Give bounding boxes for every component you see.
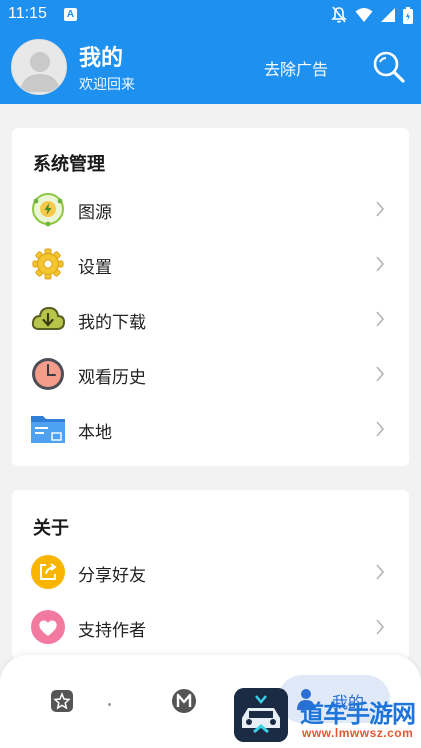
menu-item-label: 设置 <box>78 258 112 278</box>
download-cloud-icon <box>31 306 66 330</box>
chevron-right-icon <box>376 366 385 382</box>
status-time: 11:15 <box>8 5 47 22</box>
chevron-right-icon <box>376 201 385 217</box>
remove-ads-button[interactable]: 去除广告 <box>264 56 328 80</box>
system-management-card: 系统管理 图源 设置 我的下载 观看历史 本地 <box>12 128 409 466</box>
section-title-system: 系统管理 <box>33 154 105 175</box>
notifications-off-icon <box>331 6 347 23</box>
watermark-logo-icon <box>234 688 288 742</box>
page-title: 我的 <box>79 46 124 71</box>
watermark-brand: 道车手游网 <box>300 700 416 728</box>
signal-icon <box>381 8 395 22</box>
nav-m-icon[interactable] <box>171 688 197 714</box>
gear-icon <box>32 248 64 280</box>
nav-home-icon[interactable] <box>49 688 75 714</box>
status-icons <box>331 6 413 24</box>
menu-item-label: 我的下载 <box>78 313 146 333</box>
image-source-icon <box>32 193 64 227</box>
battery-icon <box>403 6 413 24</box>
welcome-subtitle: 欢迎回来 <box>79 77 135 93</box>
menu-item-settings[interactable]: 设置 <box>12 239 409 289</box>
status-bar: 11:15 A <box>0 0 421 30</box>
section-title-about: 关于 <box>33 518 69 539</box>
search-icon[interactable] <box>372 50 406 84</box>
menu-item-label: 分享好友 <box>78 566 146 586</box>
about-card: 关于 分享好友 支持作者 <box>12 490 409 660</box>
avatar[interactable] <box>11 39 67 95</box>
menu-item-image-source[interactable]: 图源 <box>12 184 409 234</box>
nav-dot <box>108 703 111 706</box>
chevron-right-icon <box>376 421 385 437</box>
watermark: 道车手游网 www.lmwwsz.com <box>234 688 421 748</box>
share-icon <box>31 555 65 589</box>
menu-item-support-author[interactable]: 支持作者 <box>12 602 409 652</box>
menu-item-label: 观看历史 <box>78 368 146 388</box>
menu-item-label: 图源 <box>78 203 112 223</box>
chevron-right-icon <box>376 619 385 635</box>
chevron-right-icon <box>376 256 385 272</box>
profile-header: 我的 欢迎回来 去除广告 <box>0 30 421 104</box>
menu-item-label: 本地 <box>78 423 112 443</box>
heart-icon <box>31 610 65 644</box>
menu-item-local[interactable]: 本地 <box>12 404 409 454</box>
watermark-url: www.lmwwsz.com <box>302 726 414 740</box>
clock-icon <box>32 358 64 390</box>
chevron-right-icon <box>376 311 385 327</box>
chevron-right-icon <box>376 564 385 580</box>
folder-icon <box>31 416 65 443</box>
default-avatar-icon <box>20 52 60 92</box>
menu-item-share[interactable]: 分享好友 <box>12 547 409 597</box>
wifi-icon <box>355 8 373 22</box>
notification-badge: A <box>64 8 77 21</box>
menu-item-label: 支持作者 <box>78 621 146 641</box>
menu-item-my-downloads[interactable]: 我的下载 <box>12 294 409 344</box>
menu-item-watch-history[interactable]: 观看历史 <box>12 349 409 399</box>
